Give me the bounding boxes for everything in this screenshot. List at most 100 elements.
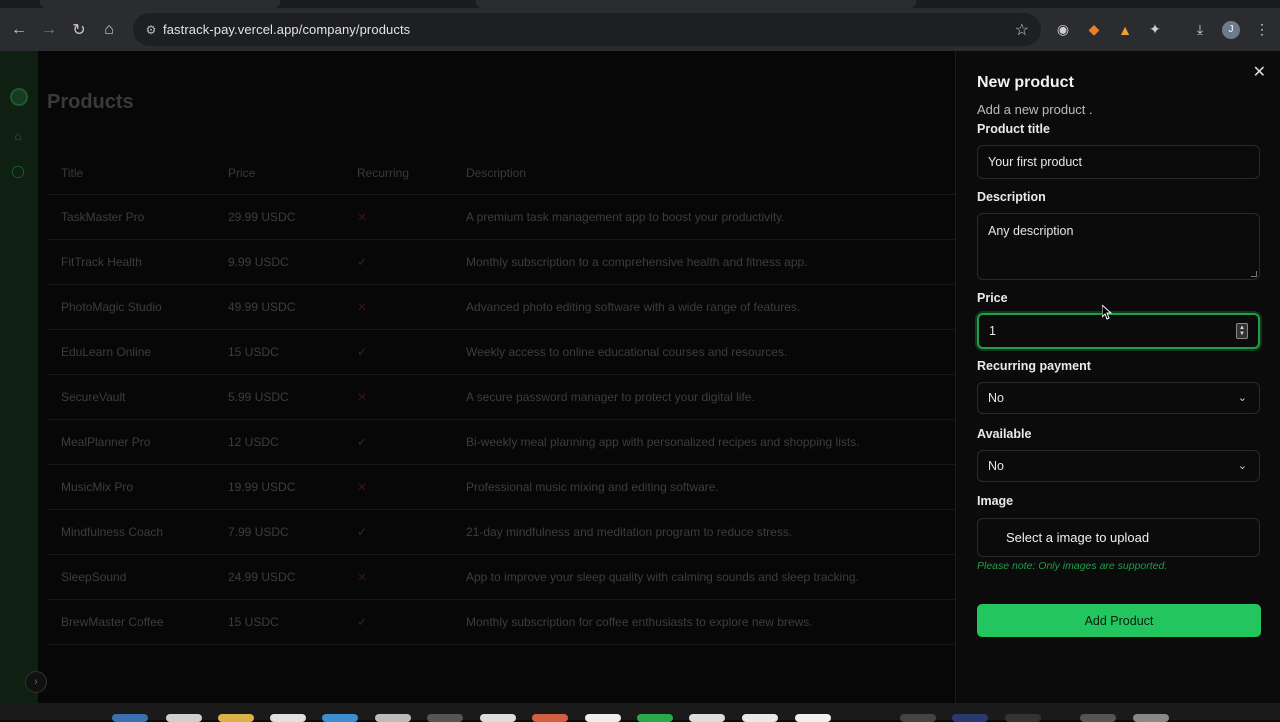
bookmark-star-icon[interactable]: ☆ [1015,20,1029,40]
cell-price-text: 15 USDC [228,614,279,629]
dock-app-icon[interactable] [585,714,621,722]
cell-recurring: ✕ [357,194,466,240]
cell-price: 29.99 USDC [228,194,357,240]
table-row[interactable]: PhotoMagic Studio 49.99 USDC ✕ Advanced pho… [47,284,955,330]
extension-wallet-icon[interactable]: ▲ [1113,8,1137,51]
product-title-input[interactable]: Your first product [977,145,1260,179]
url-text[interactable]: fastrack-pay.vercel.app/company/products [163,22,410,37]
browser-tab[interactable] [40,0,280,8]
panel-title: New product [977,74,1074,91]
home-icon[interactable]: ⌂ [94,15,124,45]
cell-price: 15 USDC [228,599,357,645]
cell-title: SecureVault [47,374,228,420]
dock-app-icon[interactable] [532,714,568,722]
cell-description-text: A premium task management app to boost y… [466,209,785,224]
cell-price-text: 49.99 USDC [228,299,296,314]
dock-app-icon[interactable] [1005,714,1041,722]
price-input[interactable]: 1 ▲ ▼ [977,313,1260,349]
price-label: Price [977,291,1008,305]
chevron-down-icon: ⌄ [1237,392,1247,404]
chevron-down-icon: ⌄ [1237,460,1247,472]
table-row[interactable]: MealPlanner Pro 12 USDC ✓ Bi-weekly meal pl… [47,419,955,465]
back-arrow-icon[interactable]: ← [4,15,34,45]
expand-sidebar-button[interactable]: › [25,671,47,693]
dock-app-icon[interactable] [637,714,673,722]
column-header-price: Price [228,152,357,195]
cell-title: BrewMaster Coffee [47,599,228,645]
extension-shield-icon[interactable]: ◉ [1051,8,1075,51]
cell-title-text: FitTrack Health [61,254,142,269]
dock-app-icon[interactable] [742,714,778,722]
price-value: 1 [989,324,996,338]
column-header-title: Title [47,152,228,195]
cell-description-text: Monthly subscription for coffee enthusia… [466,614,813,629]
cell-title-text: TaskMaster Pro [61,209,145,224]
dock-app-icon[interactable] [795,714,831,722]
trash-icon[interactable] [1133,714,1169,722]
dock-app-icon[interactable] [166,714,202,722]
cell-recurring: ✕ [357,554,466,600]
metamask-fox-icon[interactable]: ◆ [1082,8,1106,51]
browser-tab[interactable] [476,0,916,8]
x-mark-icon: ✕ [357,209,368,224]
resize-handle-icon[interactable] [1251,271,1257,277]
browser-menu-icon[interactable]: ⋮ [1250,8,1274,51]
cell-recurring: ✓ [357,599,466,645]
extensions-puzzle-icon[interactable]: ✦ [1143,8,1167,51]
user-nav-icon[interactable]: ◯ [11,164,25,178]
reload-icon[interactable]: ↻ [64,15,94,45]
dock-app-icon[interactable] [689,714,725,722]
close-icon[interactable]: ✕ [1253,62,1266,82]
table-row[interactable]: MusicMix Pro 19.99 USDC ✕ Professional musi… [47,464,955,510]
cell-description: A secure password manager to protect you… [466,374,955,420]
app-logo[interactable] [10,88,28,106]
description-textarea[interactable]: Any description [977,213,1260,280]
column-header-description: Description [466,152,955,195]
site-settings-icon[interactable]: ⚙ [141,20,161,40]
table-row[interactable]: SleepSound 24.99 USDC ✕ App to improve your… [47,554,955,600]
download-icon[interactable]: ⤓ [1188,8,1212,51]
table-row[interactable]: EduLearn Online 15 USDC ✓ Weekly access to … [47,329,955,375]
number-stepper-icon[interactable]: ▲ ▼ [1236,323,1248,339]
cell-title-text: MealPlanner Pro [61,434,151,449]
table-row[interactable]: TaskMaster Pro 29.99 USDC ✕ A premium task … [47,194,955,240]
cell-description-text: Weekly access to online educational cour… [466,344,788,359]
image-upload-button[interactable]: Select a image to upload [977,518,1260,557]
description-value: Any description [988,224,1074,238]
home-nav-icon[interactable]: ⌂ [11,129,25,143]
product-title-value: Your first product [988,155,1083,169]
dock-app-icon[interactable] [1080,714,1116,722]
cell-title-text: MusicMix Pro [61,479,134,494]
add-product-button[interactable]: Add Product [977,604,1261,637]
dock-app-icon[interactable] [480,714,516,722]
dock-app-icon[interactable] [322,714,358,722]
cell-description: Bi-weekly meal planning app with persona… [466,419,955,465]
product-title-label: Product title [977,122,1050,136]
cell-price-text: 9.99 USDC [228,254,289,269]
cell-title-text: SecureVault [61,389,126,404]
cell-title: TaskMaster Pro [47,194,228,240]
dock-app-icon[interactable] [112,714,148,722]
table-row[interactable]: BrewMaster Coffee 15 USDC ✓ Monthly subscri… [47,599,955,645]
cell-title: Mindfulness Coach [47,509,228,555]
address-bar[interactable]: ⚙ fastrack-pay.vercel.app/company/produc… [133,13,1041,46]
dock-app-icon[interactable] [270,714,306,722]
dock-app-icon[interactable] [427,714,463,722]
dock-app-icon[interactable] [900,714,936,722]
cell-recurring: ✓ [357,239,466,285]
dock-app-icon[interactable] [952,714,988,722]
cell-description-text: Advanced photo editing software with a w… [466,299,801,314]
available-select[interactable]: No ⌄ [977,450,1260,482]
recurring-select[interactable]: No ⌄ [977,382,1260,414]
profile-avatar[interactable]: J [1219,8,1243,51]
dock-app-icon[interactable] [375,714,411,722]
table-row[interactable]: Mindfulness Coach 7.99 USDC ✓ 21-day mindfu… [47,509,955,555]
dock-app-icon[interactable] [218,714,254,722]
cell-price-text: 7.99 USDC [228,524,289,539]
table-row[interactable]: FitTrack Health 9.99 USDC ✓ Monthly subscri… [47,239,955,285]
page-title: Products [47,91,134,113]
table-row[interactable]: SecureVault 5.99 USDC ✕ A secure password m… [47,374,955,420]
check-mark-icon: ✓ [357,614,368,629]
forward-arrow-icon[interactable]: → [34,15,64,45]
cell-description-text: A secure password manager to protect you… [466,389,755,404]
